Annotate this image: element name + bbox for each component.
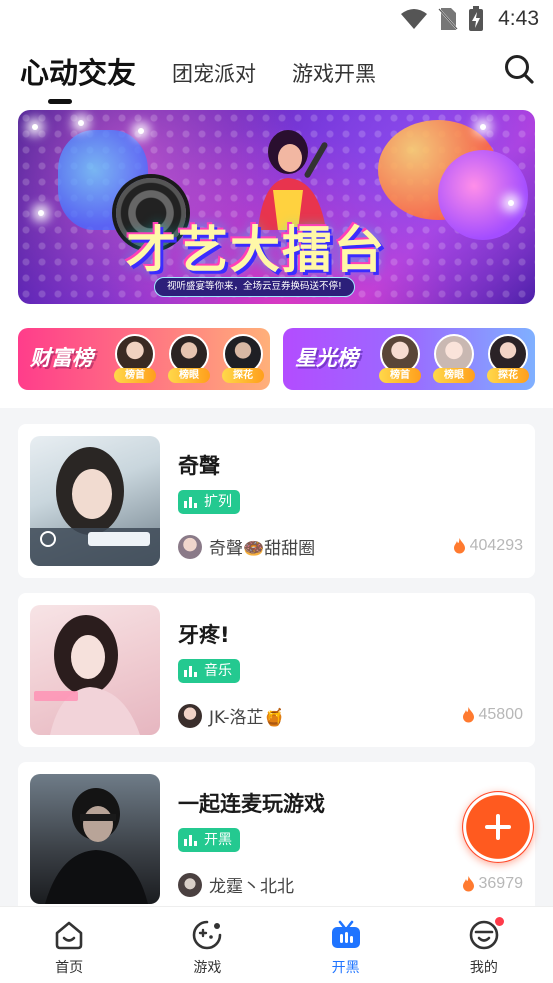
bars-icon <box>184 835 197 846</box>
clock-time: 4:43 <box>498 7 539 30</box>
host-avatar <box>178 872 202 897</box>
room-card[interactable]: 一起连麦玩游戏 开黑 龙霆丶北北 36979 <box>18 762 535 922</box>
tab-game-team[interactable]: 游戏开黑 <box>292 58 376 98</box>
nav-label: 首页 <box>55 960 84 976</box>
rank-avatar-first: 榜首 <box>379 334 421 383</box>
notification-dot <box>494 917 504 926</box>
flame-icon <box>462 876 474 892</box>
top-tab-bar: 心动交友 团宠派对 游戏开黑 <box>20 48 376 104</box>
room-card[interactable]: 牙疼! 音乐 JK-洛芷🍯 45800 <box>18 593 535 747</box>
rank-badge: 榜首 <box>114 368 156 383</box>
room-heat: 36979 <box>462 875 524 893</box>
heat-count: 45800 <box>478 706 524 723</box>
room-category-tag: 开黑 <box>178 828 240 852</box>
cover-portrait <box>45 788 148 904</box>
room-category-tag: 音乐 <box>178 659 240 683</box>
room-host: 奇聲🍩甜甜圈 <box>178 534 315 559</box>
room-host: 龙霆丶北北 <box>178 872 294 897</box>
nav-label: 开黑 <box>331 960 360 976</box>
home-icon <box>55 921 83 950</box>
cover-portrait <box>34 615 140 735</box>
host-avatar <box>178 534 202 559</box>
rank-avatar-second: 榜眼 <box>168 334 210 383</box>
rank-card-title: 星光榜 <box>295 346 358 370</box>
room-cover-image <box>30 774 160 904</box>
rank-badge: 探花 <box>487 368 529 383</box>
room-tag-label: 扩列 <box>204 494 232 510</box>
host-name: JK-洛芷🍯 <box>209 708 285 728</box>
banner-subtitle: 视听盛宴等你来，全场云豆券换码送不停! <box>154 277 355 297</box>
plus-icon <box>485 814 511 840</box>
bottom-nav-bar: 首页 游戏 开黑 我的 <box>0 906 553 983</box>
rank-badge: 榜眼 <box>433 368 475 383</box>
room-cover-image <box>30 436 160 566</box>
rank-badge: 探花 <box>222 368 264 383</box>
heat-count: 404293 <box>469 537 523 554</box>
wifi-icon <box>400 8 428 30</box>
rank-avatar-second: 榜眼 <box>433 334 475 383</box>
star-rank-card[interactable]: 星光榜 榜首 榜眼 探花 <box>283 328 535 390</box>
wealth-rank-card[interactable]: 财富榜 榜首 榜眼 探花 <box>18 328 270 390</box>
room-host: JK-洛芷🍯 <box>178 703 285 728</box>
rank-badge: 榜首 <box>379 368 421 383</box>
room-title: 奇聲 <box>178 454 220 478</box>
nav-item-home[interactable]: 首页 <box>0 907 138 983</box>
no-sim-icon <box>438 7 458 31</box>
bars-icon <box>184 666 197 677</box>
battery-charging-icon <box>468 6 484 32</box>
status-bar: 4:43 <box>0 0 553 38</box>
room-card[interactable]: 奇聲 扩列 奇聲🍩甜甜圈 404293 <box>18 424 535 578</box>
banner-decor-pink <box>438 150 528 240</box>
flame-icon <box>453 538 465 554</box>
heat-count: 36979 <box>478 875 524 892</box>
stage-light <box>480 124 486 130</box>
room-cover-image <box>30 605 160 735</box>
stage-light <box>508 200 514 206</box>
game-icon <box>193 920 222 950</box>
host-avatar <box>178 703 202 728</box>
nav-item-profile[interactable]: 我的 <box>415 907 553 983</box>
room-title: 牙疼! <box>178 623 230 647</box>
room-category-tag: 扩列 <box>178 490 240 514</box>
voice-room-icon <box>331 920 360 948</box>
rank-badge: 榜眼 <box>168 368 210 383</box>
stage-light <box>32 124 38 130</box>
nav-label: 我的 <box>469 960 498 976</box>
bars-icon <box>184 497 197 508</box>
promo-banner[interactable]: 才艺大擂台 视听盛宴等你来，全场云豆券换码送不停! <box>18 110 535 304</box>
search-button[interactable] <box>502 52 536 86</box>
stage-light <box>38 210 44 216</box>
rank-avatars: 榜首 榜眼 探花 <box>379 334 529 383</box>
rank-avatar-third: 探花 <box>487 334 529 383</box>
rank-avatars: 榜首 榜眼 探花 <box>114 334 264 383</box>
host-name: 龙霆丶北北 <box>209 877 294 897</box>
banner-title: 才艺大擂台 <box>126 221 386 279</box>
stage-light <box>138 128 144 134</box>
stage-light <box>78 120 84 126</box>
room-heat: 404293 <box>453 537 523 555</box>
rank-avatar-first: 榜首 <box>114 334 156 383</box>
host-name: 奇聲🍩甜甜圈 <box>209 539 316 559</box>
cover-portrait <box>30 447 160 566</box>
search-icon <box>505 55 534 84</box>
room-tag-label: 开黑 <box>204 832 232 848</box>
rank-avatar-third: 探花 <box>222 334 264 383</box>
nav-item-games[interactable]: 游戏 <box>138 907 276 983</box>
room-heat: 45800 <box>462 706 524 724</box>
rank-card-title: 财富榜 <box>30 346 93 370</box>
nav-item-voice-rooms[interactable]: 开黑 <box>277 907 415 983</box>
room-title: 一起连麦玩游戏 <box>178 792 325 816</box>
room-tag-label: 音乐 <box>204 663 232 679</box>
create-room-button[interactable] <box>462 791 534 863</box>
flame-icon <box>462 707 474 723</box>
tab-heart-friends[interactable]: 心动交友 <box>20 50 136 104</box>
tab-pet-party[interactable]: 团宠派对 <box>172 58 256 98</box>
nav-label: 游戏 <box>193 960 222 976</box>
